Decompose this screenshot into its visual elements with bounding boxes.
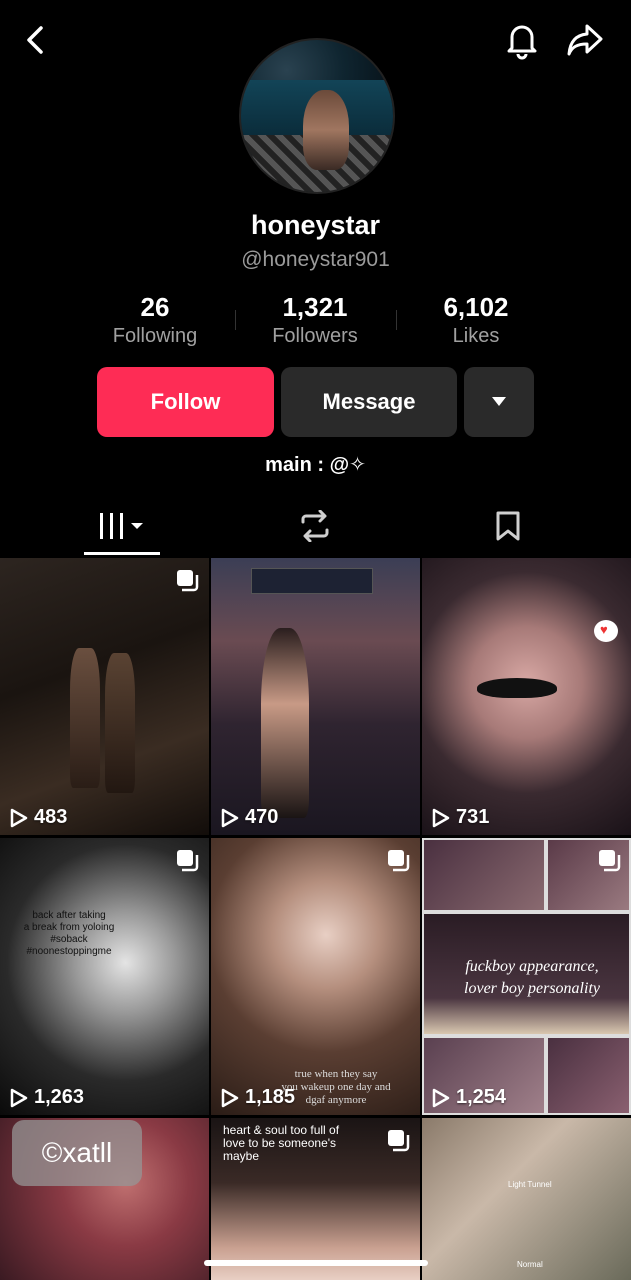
view-count-text: 1,263: [34, 1086, 85, 1108]
collage-tile: [548, 1038, 629, 1113]
thumb-figure: [70, 648, 100, 788]
chevron-left-icon: [27, 26, 43, 54]
stat-likes[interactable]: 6,102 Likes: [396, 292, 556, 348]
multi-photo-icon: [177, 570, 199, 592]
repost-icon: [301, 510, 329, 542]
stat-followers-label: Followers: [272, 325, 358, 347]
video-thumbnail[interactable]: true when they say you wakeup one day an…: [211, 838, 420, 1115]
view-count: 483: [10, 806, 67, 829]
view-count: 731: [432, 806, 489, 829]
stat-following[interactable]: 26 Following: [75, 292, 235, 348]
play-icon: [221, 1088, 239, 1107]
stat-following-label: Following: [112, 325, 198, 347]
multi-photo-icon: [388, 1130, 410, 1152]
thumb-figure: [105, 653, 135, 793]
view-count-text: 483: [34, 806, 68, 828]
view-count: 1,185: [221, 1086, 295, 1109]
video-thumbnail[interactable]: ♥ 731: [422, 558, 631, 835]
grid-icon: [100, 513, 143, 539]
stat-following-value: 26: [140, 292, 170, 322]
home-indicator[interactable]: [204, 1260, 428, 1266]
play-icon: [432, 808, 450, 827]
share-arrow-icon: [567, 24, 603, 56]
tab-videos[interactable]: [84, 500, 160, 552]
view-count-text: 1,185: [245, 1086, 296, 1108]
multi-photo-icon: [599, 850, 621, 872]
heart-sticker: ♥: [594, 620, 618, 642]
watermark: ©xatll: [12, 1120, 142, 1186]
video-thumbnail[interactable]: 483: [0, 558, 209, 835]
stat-followers-value: 1,321: [282, 292, 348, 322]
multi-photo-icon: [177, 850, 199, 872]
tab-reposts[interactable]: [283, 500, 347, 552]
video-thumbnail[interactable]: fuckboy appearance, lover boy personalit…: [422, 838, 631, 1115]
video-thumbnail[interactable]: 470: [211, 558, 420, 835]
bio: main : @✧: [265, 454, 366, 476]
play-icon: [10, 1088, 28, 1107]
active-tab-indicator: [84, 552, 160, 555]
thumb-figure: [261, 628, 309, 818]
message-button[interactable]: Message: [281, 367, 457, 437]
view-count: 470: [221, 806, 278, 829]
video-caption: back after taking a break from yoloing #…: [23, 910, 115, 957]
play-icon: [221, 808, 239, 827]
video-caption: fuckboy appearance, lover boy personalit…: [464, 958, 600, 997]
effect-label: Normal: [517, 1260, 543, 1269]
play-icon: [432, 1088, 450, 1107]
stat-likes-value: 6,102: [443, 292, 509, 322]
multi-photo-icon: [388, 850, 410, 872]
avatar-person: [303, 90, 349, 170]
display-name: honeystar: [250, 210, 381, 240]
view-count-text: 470: [245, 806, 279, 828]
follow-button[interactable]: Follow: [97, 367, 274, 437]
video-thumbnail[interactable]: back after taking a break from yoloing #…: [0, 838, 209, 1115]
video-thumbnail[interactable]: Light Tunnel Normal: [422, 1118, 631, 1280]
share-button[interactable]: [563, 18, 607, 62]
bookmark-icon: [496, 511, 520, 541]
username-handle: @honeystar901: [241, 248, 390, 271]
video-caption: heart & soul too full of love to be some…: [223, 1123, 340, 1163]
thumb-mustache: [477, 678, 557, 698]
view-count-text: 1,254: [456, 1086, 507, 1108]
video-thumbnail[interactable]: heart & soul too full of love to be some…: [211, 1118, 420, 1280]
stat-followers[interactable]: 1,321 Followers: [235, 292, 395, 348]
view-count-text: 731: [456, 806, 490, 828]
view-count: 1,263: [10, 1086, 84, 1109]
collage-tile: [424, 840, 544, 910]
notification-bell-button[interactable]: [500, 18, 544, 62]
thumb-sign: [251, 568, 373, 594]
stat-likes-label: Likes: [452, 325, 500, 347]
view-count: 1,254: [432, 1086, 506, 1109]
back-button[interactable]: [14, 18, 58, 62]
thumb-figure: [311, 623, 366, 823]
effect-label: Light Tunnel: [508, 1180, 552, 1189]
suggested-accounts-button[interactable]: [464, 367, 534, 437]
play-icon: [10, 808, 28, 827]
bell-icon: [507, 25, 537, 60]
tab-saved[interactable]: [478, 500, 538, 552]
avatar[interactable]: [239, 38, 395, 194]
caret-down-icon: [492, 397, 506, 406]
